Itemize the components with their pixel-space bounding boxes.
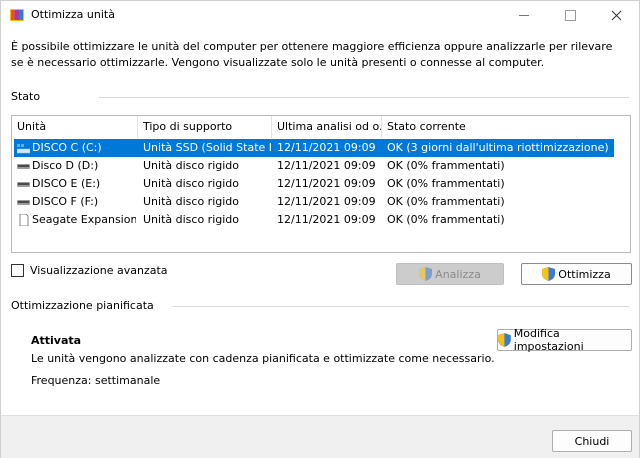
- minimize-icon: [519, 14, 529, 16]
- maximize-icon: [564, 9, 576, 21]
- minimize-button[interactable]: [501, 1, 547, 29]
- last-analysis: 12/11/2021 09:09: [277, 159, 376, 172]
- schedule-frequency: Frequenza: settimanale: [31, 374, 161, 387]
- column-header-media-type[interactable]: Tipo di supporto: [138, 116, 272, 138]
- column-header-current-state[interactable]: Stato corrente: [382, 116, 630, 138]
- media-type: Unità SSD (Solid State D...: [143, 141, 271, 154]
- current-state: OK (0% frammentati): [387, 213, 505, 226]
- defrag-app-icon: [10, 9, 24, 21]
- table-row[interactable]: DISCO E (E:) Unità disco rigido 12/11/20…: [14, 175, 614, 193]
- table-row[interactable]: Disco D (D:) Unità disco rigido 12/11/20…: [14, 157, 614, 175]
- advanced-view-checkbox[interactable]: Visualizzazione avanzata: [11, 264, 168, 277]
- current-state: OK (0% frammentati): [387, 177, 505, 190]
- close-button[interactable]: Chiudi: [552, 430, 632, 452]
- media-type: Unità disco rigido: [143, 213, 240, 226]
- change-settings-button[interactable]: Modifica impostazioni: [497, 327, 632, 353]
- title-bar[interactable]: Ottimizza unità: [1, 1, 639, 29]
- current-state: OK (0% frammentati): [387, 195, 505, 208]
- hdd-drive-icon: [17, 200, 30, 205]
- table-row[interactable]: DISCO C (C:) Unità SSD (Solid State D...…: [14, 139, 614, 157]
- current-state: OK (3 giorni dall'ultima riottimizzazion…: [387, 141, 609, 154]
- media-type: Unità disco rigido: [143, 195, 240, 208]
- last-analysis: 12/11/2021 09:09: [277, 195, 376, 208]
- optimize-drives-window: Ottimizza unità È possibile ottimizzare …: [0, 0, 640, 458]
- last-analysis: 12/11/2021 09:09: [277, 141, 376, 154]
- optimize-label: Ottimizza: [558, 267, 611, 281]
- drive-name: DISCO C (C:): [32, 141, 102, 154]
- checkbox-box[interactable]: [11, 264, 24, 277]
- optimize-button[interactable]: Ottimizza: [521, 263, 632, 285]
- shield-icon: [498, 333, 511, 347]
- current-state: OK (0% frammentati): [387, 159, 505, 172]
- close-window-button[interactable]: [593, 1, 639, 29]
- scheduled-description: Le unità vengono analizzate con cadenza …: [31, 352, 495, 365]
- column-header-drive[interactable]: Unità: [12, 116, 138, 138]
- analyze-label: Analizza: [435, 267, 481, 281]
- footer-bar: Chiudi: [1, 415, 639, 458]
- last-analysis: 12/11/2021 09:09: [277, 213, 376, 226]
- scheduled-state: Attivata: [31, 334, 82, 347]
- last-analysis: 12/11/2021 09:09: [277, 177, 376, 190]
- scheduled-divider: [173, 306, 629, 307]
- column-header-last-analysis[interactable]: Ultima analisi od o...: [272, 116, 382, 138]
- shield-icon: [419, 267, 433, 281]
- drive-name: DISCO F (F:): [32, 195, 99, 208]
- status-group-label: Stato: [11, 90, 41, 103]
- drives-list[interactable]: Unità Tipo di supporto Ultima analisi od…: [11, 115, 631, 253]
- drive-name: Seagate Expansion ...: [32, 213, 136, 226]
- status-divider: [99, 97, 629, 98]
- shield-icon: [542, 267, 556, 281]
- table-row[interactable]: Seagate Expansion ... Unità disco rigido…: [14, 211, 614, 229]
- change-settings-label: Modifica impostazioni: [513, 327, 584, 353]
- drive-name: DISCO E (E:): [32, 177, 101, 190]
- hdd-drive-icon: [17, 164, 30, 169]
- scheduled-group-label: Ottimizzazione pianificata: [11, 299, 154, 312]
- drive-name: Disco D (D:): [32, 159, 99, 172]
- analyze-button[interactable]: Analizza: [396, 263, 504, 285]
- window-title: Ottimizza unità: [31, 8, 115, 21]
- hdd-drive-icon: [17, 182, 30, 187]
- media-type: Unità disco rigido: [143, 177, 240, 190]
- advanced-view-label: Visualizzazione avanzata: [30, 264, 168, 277]
- close-label: Chiudi: [574, 434, 610, 448]
- list-header: Unità Tipo di supporto Ultima analisi od…: [12, 116, 630, 138]
- media-type: Unità disco rigido: [143, 159, 240, 172]
- maximize-button[interactable]: [547, 1, 593, 29]
- file-volume-icon: [19, 214, 29, 226]
- close-icon: [611, 10, 621, 20]
- table-row[interactable]: DISCO F (F:) Unità disco rigido 12/11/20…: [14, 193, 614, 211]
- description-text: È possibile ottimizzare le unità del com…: [11, 40, 613, 69]
- ssd-drive-icon: [17, 144, 30, 154]
